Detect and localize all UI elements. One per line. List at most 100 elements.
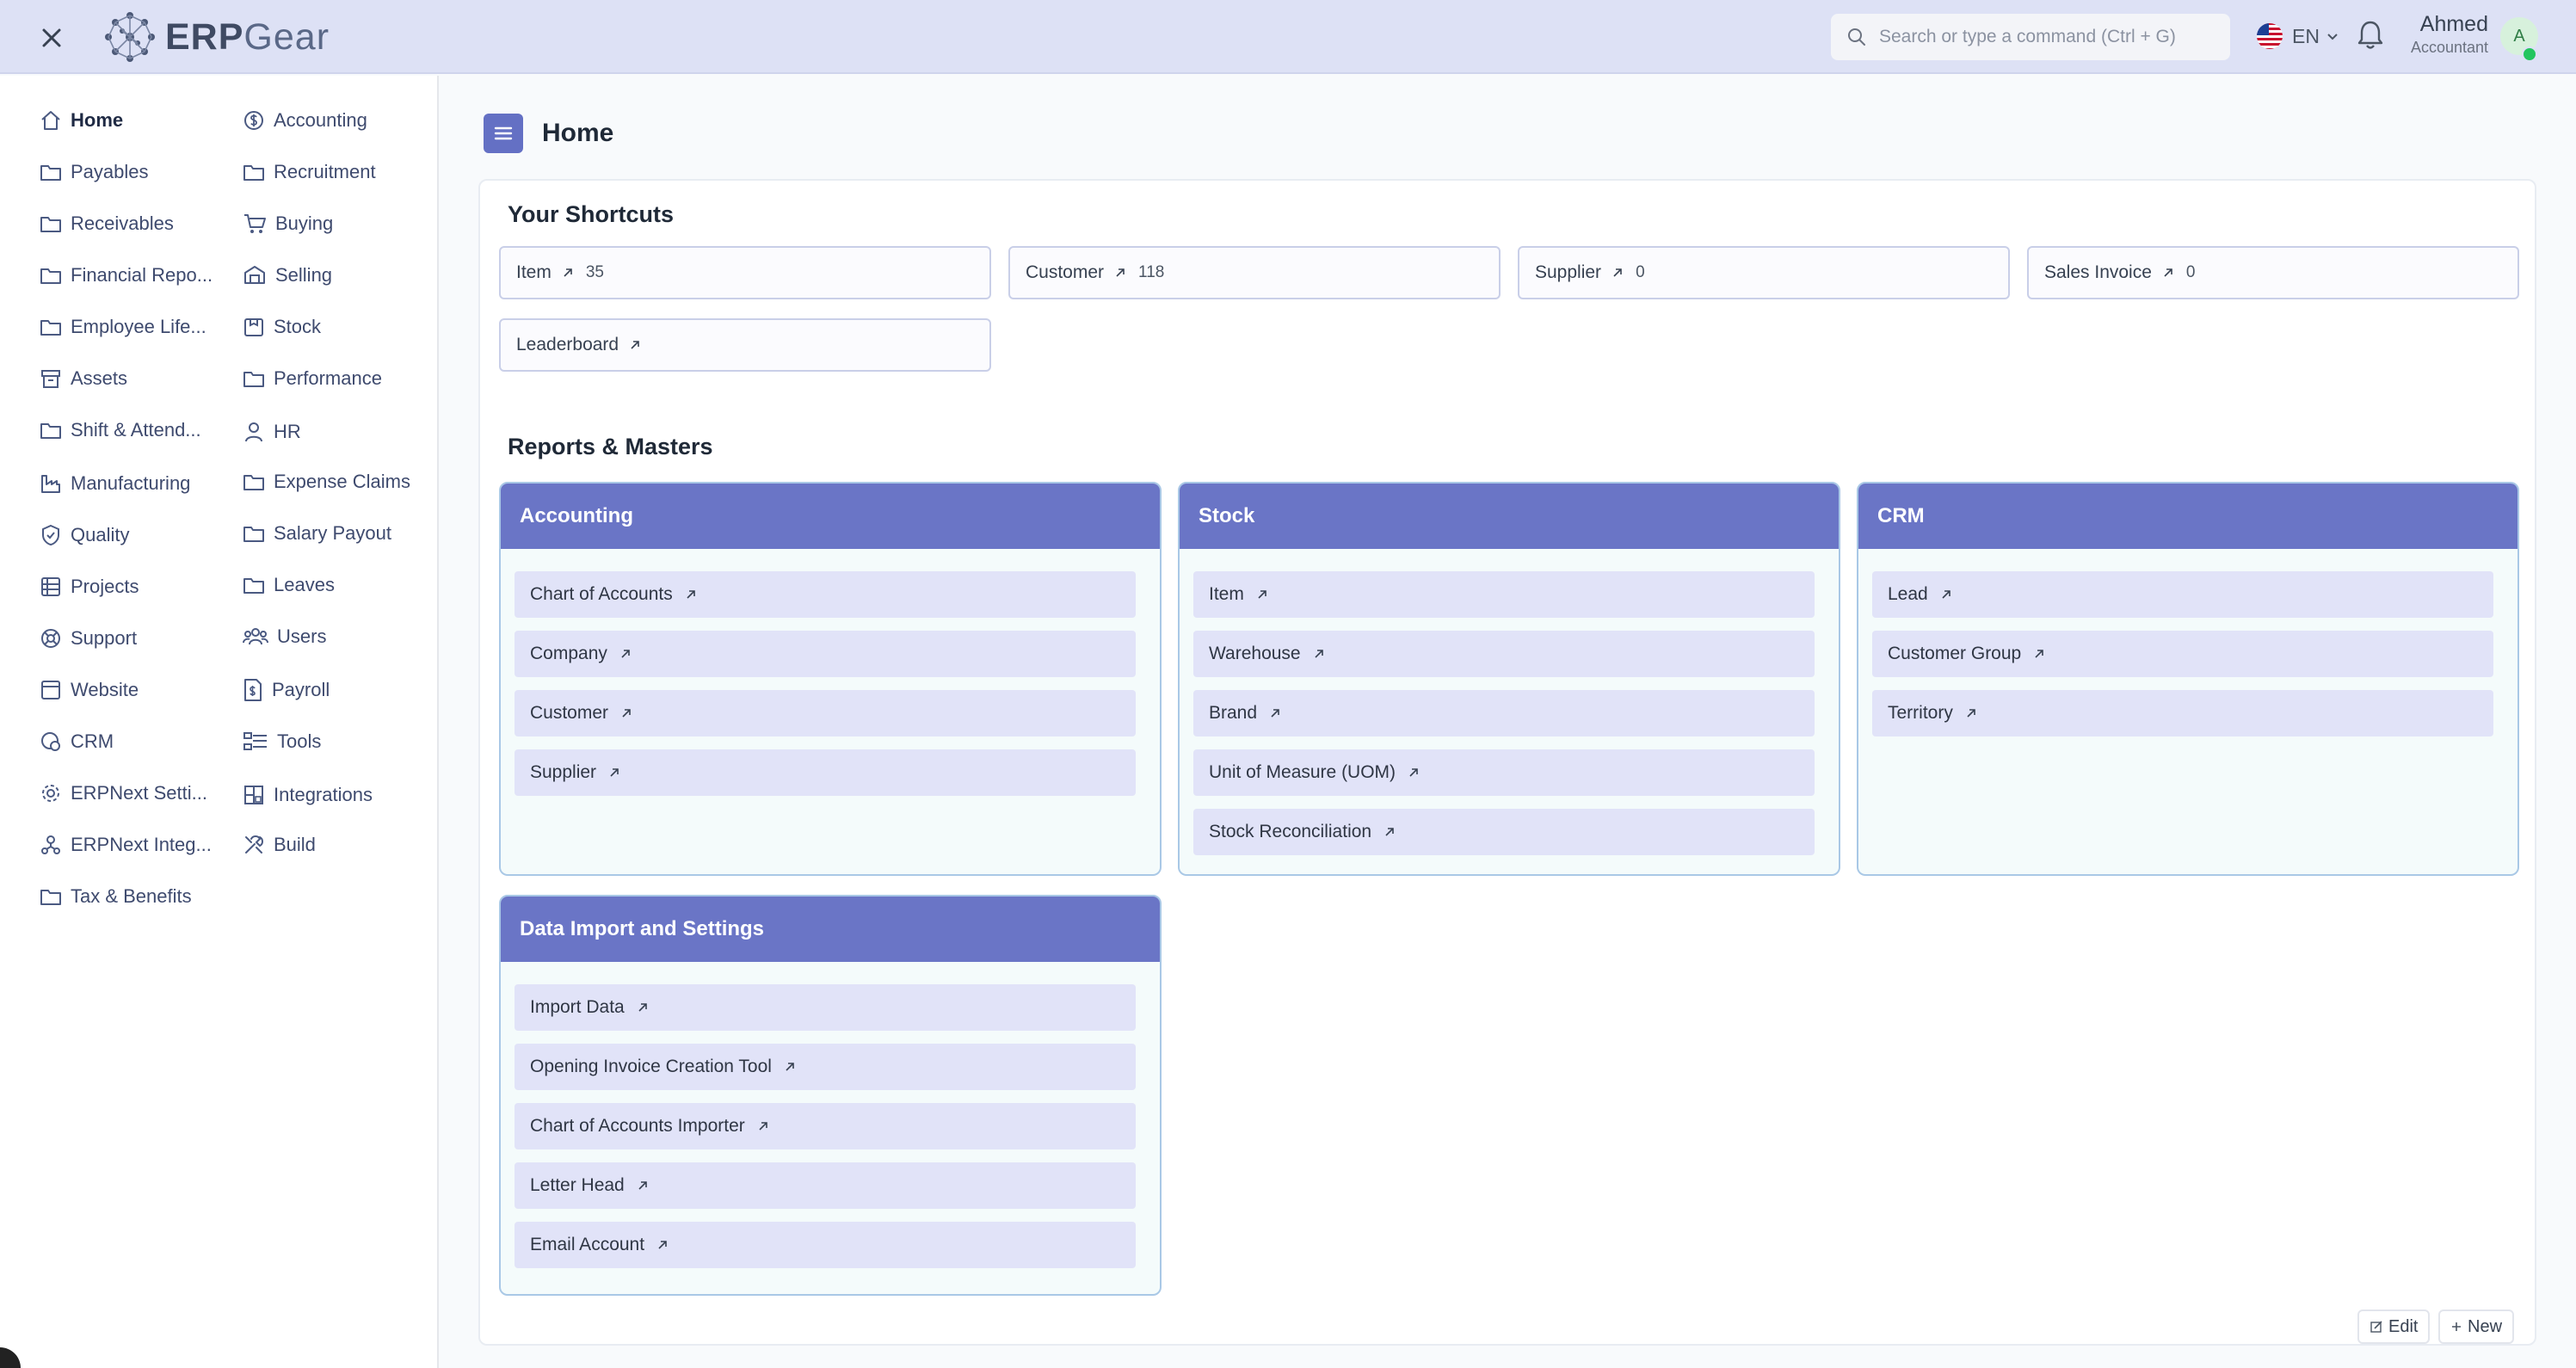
sidebar-item-tools[interactable]: Tools bbox=[243, 724, 321, 759]
hamburger-menu-icon[interactable] bbox=[484, 114, 523, 153]
sidebar-item-shift-attendance[interactable]: Shift & Attend... bbox=[40, 413, 201, 447]
sidebar-item-receivables[interactable]: Receivables bbox=[40, 206, 174, 241]
sidebar-item-crm[interactable]: CRM bbox=[40, 724, 114, 759]
settings-icon bbox=[42, 785, 59, 802]
sidebar-item-accounting[interactable]: Accounting bbox=[243, 103, 367, 138]
link-brand[interactable]: Brand bbox=[1193, 690, 1815, 736]
online-status-dot bbox=[2522, 46, 2537, 62]
folder-icon bbox=[40, 423, 61, 439]
arrow-up-right-icon bbox=[1942, 590, 1950, 599]
language-selector[interactable]: EN bbox=[2256, 19, 2340, 53]
card-data-import-settings: Data Import and Settings Import Data Ope… bbox=[499, 895, 1162, 1296]
sidebar-item-buying[interactable]: Buying bbox=[243, 206, 333, 241]
language-label: EN bbox=[2292, 24, 2320, 47]
link-territory[interactable]: Territory bbox=[1872, 690, 2493, 736]
link-chart-of-accounts-importer[interactable]: Chart of Accounts Importer bbox=[515, 1103, 1136, 1149]
sidebar-item-erpnext-settings[interactable]: ERPNext Setti... bbox=[40, 776, 207, 810]
sidebar-item-expense-claims[interactable]: Expense Claims bbox=[243, 465, 410, 499]
workspace-content: Your Shortcuts Item 35 Customer 118 Supp… bbox=[478, 179, 2536, 1346]
link-customer[interactable]: Customer bbox=[515, 690, 1136, 736]
sidebar-item-integrations[interactable]: Integrations bbox=[243, 778, 373, 812]
search-icon bbox=[1848, 28, 1865, 46]
link-chart-of-accounts[interactable]: Chart of Accounts bbox=[515, 571, 1136, 618]
sidebar-item-build[interactable]: Build bbox=[243, 828, 316, 862]
shortcuts-section-title: Your Shortcuts bbox=[508, 201, 675, 227]
sidebar-item-assets[interactable]: Assets bbox=[40, 361, 127, 396]
close-icon[interactable] bbox=[36, 22, 67, 53]
sidebar-item-website[interactable]: Website bbox=[40, 673, 139, 707]
link-customer-group[interactable]: Customer Group bbox=[1872, 631, 2493, 677]
link-unit-of-measure[interactable]: Unit of Measure (UOM) bbox=[1193, 749, 1815, 796]
link-opening-invoice-tool[interactable]: Opening Invoice Creation Tool bbox=[515, 1044, 1136, 1090]
card-stock: Stock Item Warehouse Brand Unit of Measu… bbox=[1178, 482, 1840, 876]
sidebar-item-manufacturing[interactable]: Manufacturing bbox=[40, 466, 190, 501]
link-lead[interactable]: Lead bbox=[1872, 571, 2493, 618]
link-company[interactable]: Company bbox=[515, 631, 1136, 677]
folder-icon bbox=[40, 217, 61, 232]
integration-icon bbox=[41, 835, 60, 854]
list-icon bbox=[41, 577, 60, 596]
factory-icon bbox=[41, 475, 60, 493]
sidebar-item-hr[interactable]: HR bbox=[243, 415, 301, 449]
arrow-up-right-icon bbox=[1116, 268, 1125, 277]
shortcut-customer[interactable]: Customer 118 bbox=[1008, 246, 1501, 299]
cart-icon bbox=[244, 214, 266, 233]
sidebar-item-tax-benefits[interactable]: Tax & Benefits bbox=[40, 879, 192, 914]
sidebar-item-home[interactable]: Home bbox=[40, 103, 123, 138]
sidebar-item-leaves[interactable]: Leaves bbox=[243, 568, 335, 602]
arrow-up-right-icon bbox=[786, 1063, 794, 1071]
shield-check-icon bbox=[42, 524, 59, 546]
sidebar-item-financial-reports[interactable]: Financial Repo... bbox=[40, 258, 213, 293]
shortcut-item[interactable]: Item 35 bbox=[499, 246, 991, 299]
card-title: CRM bbox=[1858, 484, 2517, 549]
user-info[interactable]: Ahmed Accountant bbox=[2406, 12, 2488, 57]
sidebar-item-users[interactable]: Users bbox=[243, 619, 326, 654]
sidebar-item-payables[interactable]: Payables bbox=[40, 155, 149, 189]
edit-button[interactable]: Edit bbox=[2357, 1309, 2431, 1344]
link-email-account[interactable]: Email Account bbox=[515, 1222, 1136, 1268]
folder-icon bbox=[243, 578, 264, 594]
folder-icon bbox=[243, 165, 264, 181]
notification-bell-icon[interactable] bbox=[2356, 19, 2385, 56]
arrow-up-right-icon bbox=[1315, 650, 1323, 658]
link-warehouse[interactable]: Warehouse bbox=[1193, 631, 1815, 677]
shortcut-count: 118 bbox=[1138, 263, 1165, 281]
arrow-up-right-icon bbox=[1613, 268, 1622, 277]
sidebar-item-erpnext-integrations[interactable]: ERPNext Integ... bbox=[40, 828, 212, 862]
arrow-up-right-icon bbox=[621, 650, 630, 658]
search-input[interactable] bbox=[1877, 26, 2208, 48]
sidebar-item-payroll[interactable]: Payroll bbox=[243, 673, 330, 707]
sidebar-item-projects[interactable]: Projects bbox=[40, 570, 139, 604]
integrations-icon bbox=[244, 786, 263, 804]
reports-section-title: Reports & Masters bbox=[508, 434, 713, 459]
home-icon bbox=[41, 111, 60, 130]
sidebar-item-salary-payout[interactable]: Salary Payout bbox=[243, 516, 391, 551]
build-icon bbox=[245, 835, 263, 853]
sidebar-item-support[interactable]: Support bbox=[40, 621, 137, 656]
edit-icon bbox=[2370, 1321, 2382, 1333]
link-stock-reconciliation[interactable]: Stock Reconciliation bbox=[1193, 809, 1815, 855]
new-button[interactable]: New bbox=[2438, 1309, 2515, 1344]
shortcut-sales-invoice[interactable]: Sales Invoice 0 bbox=[2027, 246, 2519, 299]
sidebar-item-stock[interactable]: Stock bbox=[243, 310, 321, 344]
crm-icon bbox=[41, 732, 60, 751]
shortcut-leaderboard[interactable]: Leaderboard bbox=[499, 318, 991, 372]
app-logo[interactable]: ERPGear bbox=[103, 7, 330, 67]
sidebar-item-recruitment[interactable]: Recruitment bbox=[243, 155, 376, 189]
shortcut-count: 35 bbox=[585, 263, 604, 281]
page-header: Home bbox=[484, 114, 613, 153]
link-supplier[interactable]: Supplier bbox=[515, 749, 1136, 796]
sidebar-item-quality[interactable]: Quality bbox=[40, 518, 129, 552]
sidebar-item-performance[interactable]: Performance bbox=[243, 361, 382, 396]
shortcut-supplier[interactable]: Supplier 0 bbox=[1518, 246, 2010, 299]
folder-icon bbox=[40, 268, 61, 284]
user-name: Ahmed bbox=[2419, 12, 2488, 36]
user-role: Accountant bbox=[2410, 39, 2488, 56]
sidebar-item-selling[interactable]: Selling bbox=[243, 258, 332, 293]
link-item[interactable]: Item bbox=[1193, 571, 1815, 618]
search-bar[interactable] bbox=[1831, 14, 2230, 60]
link-import-data[interactable]: Import Data bbox=[515, 984, 1136, 1031]
sidebar-item-employee-lifecycle[interactable]: Employee Life... bbox=[40, 310, 206, 344]
users-icon bbox=[243, 628, 268, 645]
link-letter-head[interactable]: Letter Head bbox=[515, 1162, 1136, 1209]
